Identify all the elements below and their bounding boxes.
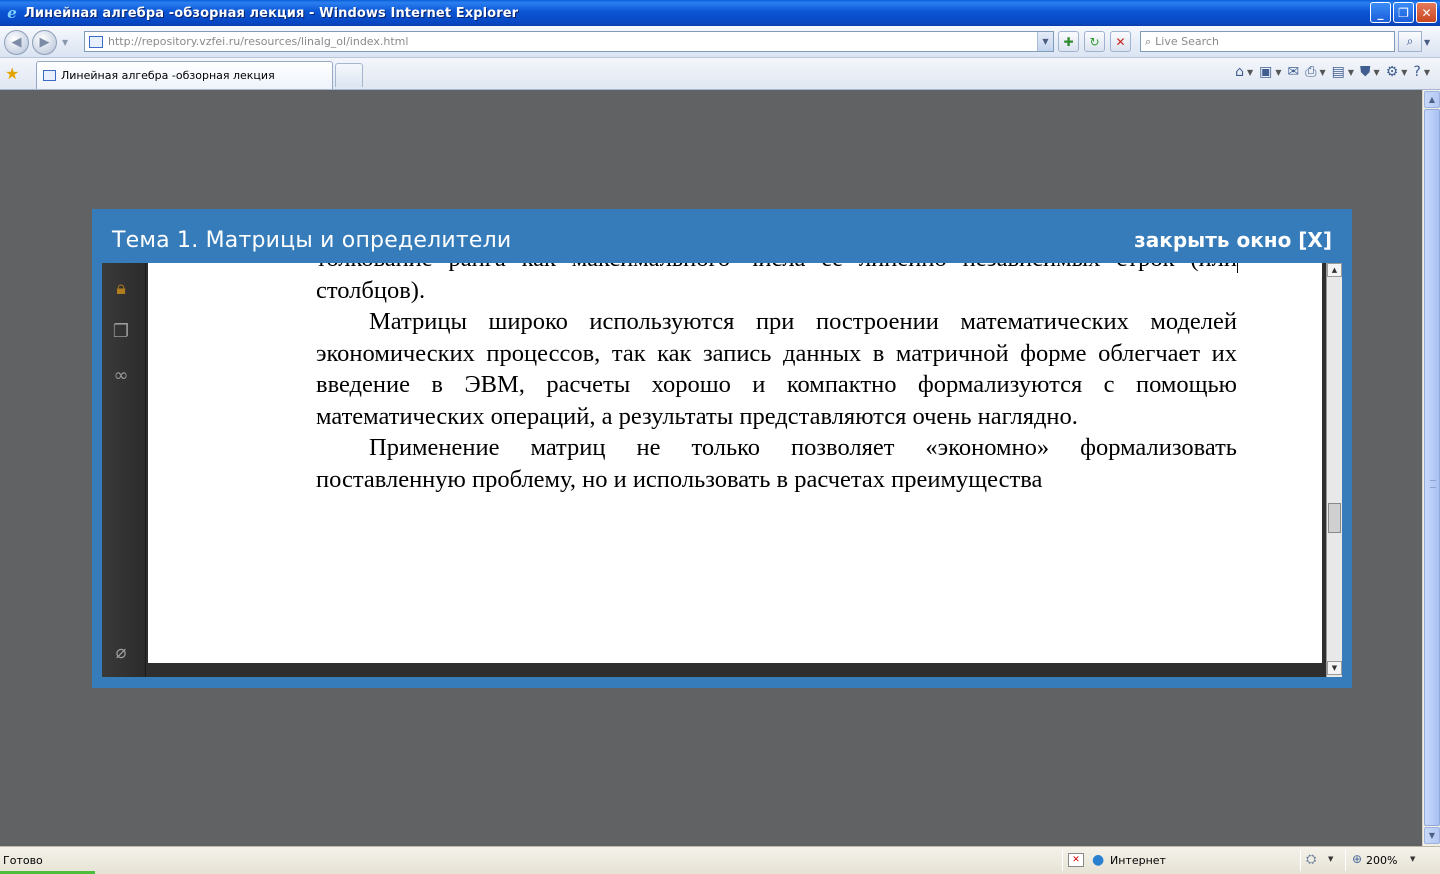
safety-shield-icon[interactable]: ⛊ <box>1360 64 1371 80</box>
status-bar: Готово ✕ ● Интернет ⛭ ▼ ⊕ 200% ▼ <box>0 846 1440 874</box>
scroll-down-arrow-icon[interactable]: ▼ <box>1424 827 1440 844</box>
pdf-viewer: 🔒︎ ❐ ∞ ⌀ толкование ранга как максимальн… <box>102 263 1342 677</box>
command-bar: ⌂ ▼ ▣ ▼ ✉ ⎙ ▼ ▤ ▼ ⛊ ▼ ⚙ ▼ ? ▼ <box>1235 64 1430 80</box>
safety-dropdown[interactable]: ▼ <box>1374 68 1380 77</box>
status-text: Готово <box>3 854 43 867</box>
zoom-level[interactable]: 200% <box>1366 854 1397 867</box>
divider <box>1345 850 1346 871</box>
text-cursor <box>1237 263 1238 273</box>
divider <box>1062 850 1063 871</box>
page-icon <box>89 35 103 48</box>
refresh-button[interactable]: ↻ <box>1084 31 1105 52</box>
pages-icon[interactable]: ❐ <box>110 320 132 342</box>
modal-header: Тема 1. Матрицы и определители закрыть о… <box>92 209 1352 263</box>
lock-icon[interactable]: 🔒︎ <box>110 277 132 299</box>
back-button[interactable]: ◀ <box>4 30 29 55</box>
zoom-icon[interactable]: ⊕ <box>1352 852 1362 866</box>
compatibility-icon[interactable]: ✚ <box>1058 31 1079 52</box>
pdf-sidebar: 🔒︎ ❐ ∞ ⌀ <box>102 263 146 677</box>
new-tab-button[interactable] <box>335 63 363 87</box>
forward-arrow-icon: ▶ <box>39 35 50 50</box>
pdf-page: толкование ранга как максимального числа… <box>148 263 1322 663</box>
ie-logo-icon: e <box>7 4 17 22</box>
scroll-up-arrow-icon[interactable]: ▲ <box>1424 91 1440 108</box>
page-menu-icon[interactable]: ▤ <box>1332 64 1345 80</box>
title-bar: e Линейная алгебра -обзорная лекция - Wi… <box>0 0 1440 26</box>
home-icon[interactable]: ⌂ <box>1235 64 1244 80</box>
protected-mode-icon[interactable]: ⛭ <box>1306 852 1316 867</box>
search-input[interactable]: ⌕ Live Search <box>1140 31 1395 52</box>
search-placeholder: Live Search <box>1155 35 1219 48</box>
paragraph: толкование ранга как максимального числа… <box>316 263 1237 304</box>
address-dropdown[interactable]: ▼ <box>1037 32 1053 51</box>
print-icon[interactable]: ⎙ <box>1305 64 1316 80</box>
close-window-button[interactable]: ✕ <box>1416 2 1437 23</box>
paperclip-icon[interactable]: ⌀ <box>110 641 132 663</box>
binoculars-icon[interactable]: ∞ <box>110 364 132 386</box>
close-modal-button[interactable]: закрыть окно [X] <box>1134 228 1332 252</box>
tab-current[interactable]: Линейная алгебра -обзорная лекция <box>36 61 333 89</box>
print-dropdown[interactable]: ▼ <box>1319 68 1325 77</box>
search-button[interactable]: ⌕ <box>1398 31 1422 52</box>
tools-dropdown[interactable]: ▼ <box>1401 68 1407 77</box>
window-title: Линейная алгебра -обзорная лекция - Wind… <box>24 5 519 21</box>
protected-mode-dropdown[interactable]: ▼ <box>1328 855 1333 863</box>
minimize-button[interactable]: _ <box>1370 2 1391 23</box>
pdf-scroll-up-icon[interactable]: ▲ <box>1327 263 1342 277</box>
paragraph: Матрицы широко используются при построен… <box>316 308 1237 430</box>
document-text: толкование ранга как максимального числа… <box>316 263 1237 495</box>
blocked-content-icon[interactable]: ✕ <box>1068 853 1084 867</box>
back-arrow-icon: ◀ <box>11 35 22 50</box>
url-text: http://repository.vzfei.ru/resources/lin… <box>108 35 409 48</box>
pdf-scroll-down-icon[interactable]: ▼ <box>1327 661 1342 675</box>
zoom-dropdown[interactable]: ▼ <box>1410 855 1415 863</box>
modal-title: Тема 1. Матрицы и определители <box>112 228 512 253</box>
favorites-star-icon[interactable]: ★ <box>5 64 19 83</box>
security-zone[interactable]: Интернет <box>1110 854 1166 867</box>
address-bar[interactable]: http://repository.vzfei.ru/resources/lin… <box>84 31 1054 52</box>
mail-icon[interactable]: ✉ <box>1288 64 1300 80</box>
scroll-thumb[interactable] <box>1424 109 1440 826</box>
help-dropdown[interactable]: ▼ <box>1424 68 1430 77</box>
feeds-icon[interactable]: ▣ <box>1259 64 1272 80</box>
grip-icon <box>1430 480 1436 488</box>
stop-button[interactable]: ✕ <box>1110 31 1131 52</box>
page-dropdown[interactable]: ▼ <box>1348 68 1354 77</box>
lecture-modal: Тема 1. Матрицы и определители закрыть о… <box>92 209 1352 688</box>
page-icon <box>43 70 56 81</box>
tab-label: Линейная алгебра -обзорная лекция <box>61 69 275 82</box>
browser-scrollbar[interactable]: ▲ ▼ <box>1422 90 1440 846</box>
address-toolbar: ◀ ▶ ▼ http://repository.vzfei.ru/resourc… <box>0 26 1440 58</box>
recent-pages-dropdown[interactable]: ▼ <box>62 38 68 47</box>
search-provider-icon: ⌕ <box>1145 34 1152 48</box>
globe-icon: ● <box>1092 852 1105 868</box>
pdf-scroll-thumb[interactable] <box>1328 503 1341 533</box>
feeds-dropdown[interactable]: ▼ <box>1275 68 1281 77</box>
help-icon[interactable]: ? <box>1413 64 1420 80</box>
search-options-dropdown[interactable]: ▼ <box>1424 38 1430 47</box>
window-controls: _ ❐ ✕ <box>1370 2 1437 23</box>
maximize-button[interactable]: ❐ <box>1393 2 1414 23</box>
tab-toolbar: ★ Линейная алгебра -обзорная лекция ⌂ ▼ ▣… <box>0 58 1440 90</box>
tools-gear-icon[interactable]: ⚙ <box>1386 64 1399 80</box>
home-dropdown[interactable]: ▼ <box>1247 68 1253 77</box>
divider <box>1300 850 1301 871</box>
paragraph: Применение матриц не только позволяет «э… <box>316 434 1237 493</box>
forward-button[interactable]: ▶ <box>32 30 57 55</box>
pdf-scrollbar[interactable]: ▲ ▼ <box>1326 263 1342 677</box>
